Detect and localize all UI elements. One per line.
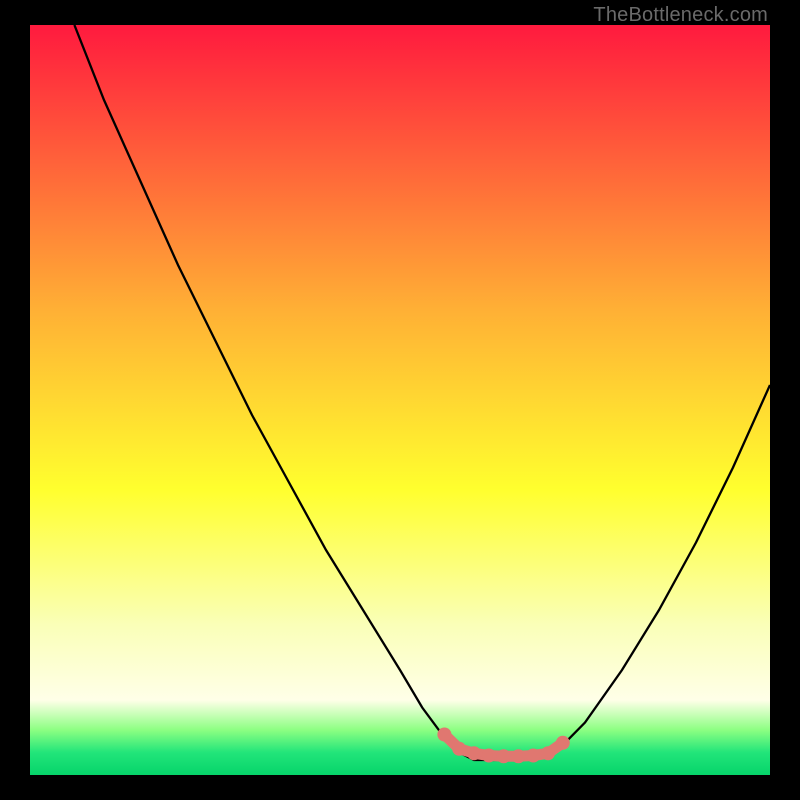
- watermark-text: TheBottleneck.com: [593, 4, 768, 27]
- chart-frame: TheBottleneck.com: [0, 0, 800, 800]
- highlight-dot: [511, 749, 525, 763]
- plot-area: [30, 25, 770, 775]
- highlight-dot: [452, 742, 466, 756]
- curve-line: [74, 25, 770, 760]
- highlight-dot: [497, 749, 511, 763]
- bottleneck-curve: [30, 25, 770, 775]
- highlight-dot: [556, 736, 570, 750]
- highlight-dot: [541, 746, 555, 760]
- highlight-dot: [437, 728, 451, 742]
- highlight-dot: [482, 749, 496, 763]
- highlight-markers: [437, 728, 569, 764]
- highlight-dot: [526, 749, 540, 763]
- highlight-dot: [467, 746, 481, 760]
